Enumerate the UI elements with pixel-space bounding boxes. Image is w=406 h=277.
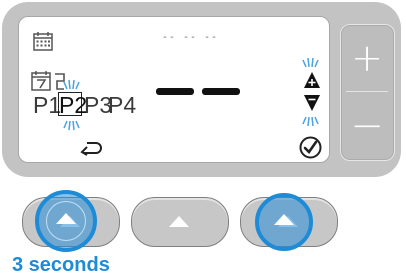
down-arrow-icon	[304, 95, 320, 111]
left-up-triangle-pressed-icon	[56, 213, 76, 224]
calendar-icon	[33, 32, 53, 51]
back-arrow-icon	[80, 142, 102, 156]
middle-up-triangle-icon	[169, 216, 189, 227]
program-label-p1: P1	[33, 92, 62, 118]
adjust-divider	[346, 91, 388, 92]
program-label-p2: P2	[59, 92, 88, 118]
blink-marks-bottom	[63, 120, 80, 131]
value-dash-2	[202, 88, 240, 95]
right-up-triangle-pressed-icon	[274, 214, 294, 225]
hold-duration-caption: 3 seconds	[12, 254, 110, 276]
minus-button[interactable]: −	[345, 106, 389, 146]
blink-marks-arrow-bottom	[302, 116, 319, 127]
value-dash-1	[156, 88, 194, 95]
confirm-check-icon	[299, 136, 322, 159]
blink-marks-top	[63, 79, 80, 90]
plus-button[interactable]: +	[345, 38, 389, 78]
up-arrow-icon	[304, 72, 320, 88]
program-label-p4: P4	[108, 92, 137, 118]
blink-marks-arrow-top	[302, 57, 319, 68]
time-placeholder: -- -- --	[161, 32, 219, 43]
